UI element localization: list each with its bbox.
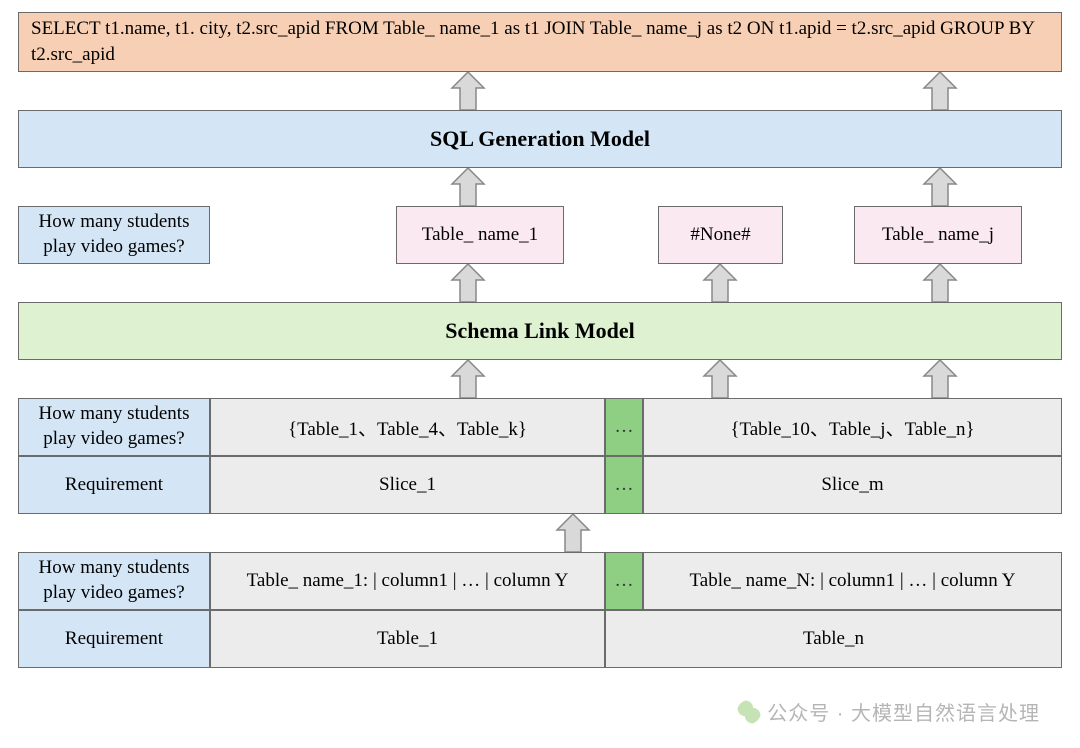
- arrow-icon: [920, 360, 960, 398]
- slicem-text: Slice_m: [821, 474, 883, 496]
- ellipsis-mid-1: …: [605, 398, 643, 456]
- tablen-cell: Table_n: [605, 610, 1062, 668]
- arrow-icon: [448, 264, 488, 302]
- question-box-bottom: How many students play video games?: [18, 552, 210, 610]
- arrow-icon: [920, 264, 960, 302]
- schema-link-model-box: Schema Link Model: [18, 302, 1062, 360]
- tablen-text: Table_n: [803, 628, 864, 650]
- table-cols-n-text: Table_ name_N: | column1 | … | column Y: [690, 570, 1016, 592]
- slice1-cell: Slice_1: [210, 456, 605, 514]
- slicem-tables-text: {Table_10、Table_j、Table_n}: [730, 414, 974, 441]
- table-out-j: Table_ name_j: [854, 206, 1022, 264]
- sql-generation-model-box: SQL Generation Model: [18, 110, 1062, 168]
- requirement-label-mid: Requirement: [65, 474, 163, 496]
- ellipsis-text-2: …: [615, 474, 634, 496]
- wechat-logo-icon: [737, 700, 761, 724]
- question-box-mid: How many students play video games?: [18, 398, 210, 456]
- watermark: 公众号 · 大模型自然语言处理: [737, 697, 1040, 726]
- table1-cell: Table_1: [210, 610, 605, 668]
- table-out-none: #None#: [658, 206, 783, 264]
- arrow-icon: [448, 72, 488, 110]
- table-out-1: Table_ name_1: [396, 206, 564, 264]
- requirement-box-bottom: Requirement: [18, 610, 210, 668]
- slice1-tables-text: {Table_1、Table_4、Table_k}: [288, 414, 527, 441]
- watermark-text: 公众号 · 大模型自然语言处理: [767, 703, 1040, 725]
- requirement-box-mid: Requirement: [18, 456, 210, 514]
- sql-generation-model-label: SQL Generation Model: [430, 126, 650, 152]
- arrow-icon: [920, 168, 960, 206]
- ellipsis-mid-2: …: [605, 456, 643, 514]
- ellipsis-bot-1: …: [605, 552, 643, 610]
- table1-text: Table_1: [377, 628, 438, 650]
- arrow-icon: [920, 72, 960, 110]
- question-text: How many students play video games?: [27, 210, 201, 259]
- sql-output-box: SELECT t1.name, t1. city, t2.src_apid FR…: [18, 12, 1062, 72]
- slicem-cell: Slice_m: [643, 456, 1062, 514]
- schema-link-model-label: Schema Link Model: [445, 318, 634, 344]
- table-out-1-label: Table_ name_1: [422, 224, 538, 246]
- ellipsis-text: …: [615, 416, 634, 438]
- table-out-j-label: Table_ name_j: [882, 224, 994, 246]
- question-box-top: How many students play video games?: [18, 206, 210, 264]
- slicem-tables-cell: {Table_10、Table_j、Table_n}: [643, 398, 1062, 456]
- arrow-icon: [553, 514, 593, 552]
- sql-output-text: SELECT t1.name, t1. city, t2.src_apid FR…: [31, 16, 1049, 67]
- ellipsis-bot-text: …: [615, 570, 634, 592]
- table-cols-1-text: Table_ name_1: | column1 | … | column Y: [247, 570, 569, 592]
- arrow-icon: [448, 360, 488, 398]
- requirement-label-bottom: Requirement: [65, 628, 163, 650]
- slice1-text: Slice_1: [379, 474, 436, 496]
- arrow-icon: [448, 168, 488, 206]
- diagram-canvas: SELECT t1.name, t1. city, t2.src_apid FR…: [18, 12, 1062, 736]
- table-cols-n-cell: Table_ name_N: | column1 | … | column Y: [643, 552, 1062, 610]
- question-text-bottom: How many students play video games?: [27, 556, 201, 605]
- table-out-none-label: #None#: [690, 224, 750, 246]
- table-cols-1-cell: Table_ name_1: | column1 | … | column Y: [210, 552, 605, 610]
- question-text-mid: How many students play video games?: [27, 402, 201, 451]
- arrow-icon: [700, 360, 740, 398]
- slice1-tables-cell: {Table_1、Table_4、Table_k}: [210, 398, 605, 456]
- arrow-icon: [700, 264, 740, 302]
